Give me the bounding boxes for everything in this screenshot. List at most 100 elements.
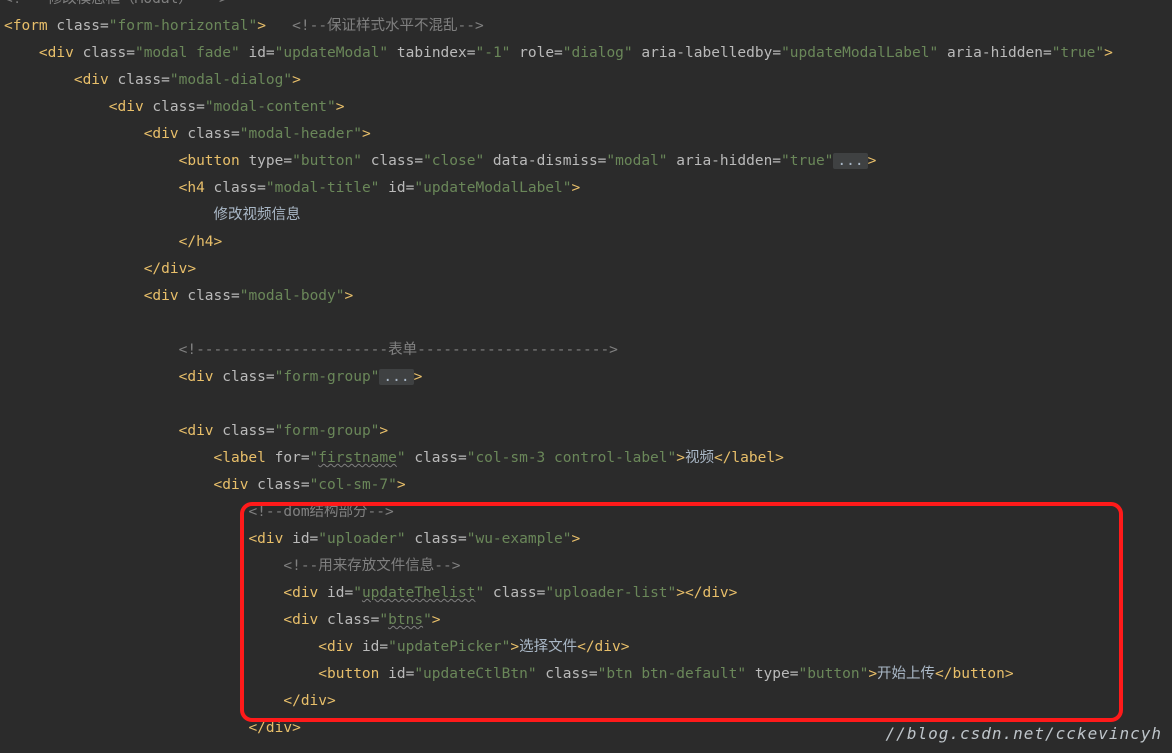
- code-token: id=: [292, 531, 318, 547]
- code-token: <!--dom结构部分-->: [248, 504, 393, 520]
- code-line[interactable]: <div class="col-sm-7">: [4, 472, 1113, 499]
- code-token: [484, 585, 493, 601]
- code-token: class=: [257, 477, 309, 493]
- code-token: for=: [275, 450, 310, 466]
- code-editor[interactable]: <!-- 修改模态框（Modal） --><form class="form-h…: [4, 0, 1113, 742]
- code-token: "col-sm-3 control-label": [467, 450, 677, 466]
- code-token: </div>: [144, 261, 196, 277]
- code-token: class=: [187, 126, 239, 142]
- code-token: >: [676, 450, 685, 466]
- code-token: tabindex=: [397, 45, 476, 61]
- code-token: <button: [179, 153, 249, 169]
- code-token: "form-horizontal": [109, 18, 257, 34]
- code-token: type=: [248, 153, 292, 169]
- code-token: "modal-header": [240, 126, 362, 142]
- code-token: </div>: [577, 639, 629, 655]
- code-line[interactable]: <div class="btns">: [4, 607, 1113, 634]
- code-token: >: [572, 180, 581, 196]
- code-line[interactable]: <label for="firstname" class="col-sm-3 c…: [4, 445, 1113, 472]
- code-fold[interactable]: ...: [833, 153, 867, 169]
- code-token: <label: [214, 450, 275, 466]
- code-token: "form-group": [275, 369, 380, 385]
- code-line[interactable]: <button id="updateCtlBtn" class="btn btn…: [4, 661, 1113, 688]
- code-line[interactable]: <!--用来存放文件信息-->: [4, 553, 1113, 580]
- code-token: [266, 18, 292, 34]
- code-token: </div>: [248, 720, 300, 736]
- code-token: [379, 180, 388, 196]
- code-token: 开始上传: [877, 666, 935, 682]
- code-token: <div: [144, 126, 188, 142]
- code-line[interactable]: </div>: [4, 688, 1113, 715]
- code-line[interactable]: [4, 391, 1113, 418]
- code-token: >: [379, 423, 388, 439]
- code-token: "wu-example": [467, 531, 572, 547]
- code-token: class=: [222, 423, 274, 439]
- code-line[interactable]: <button type="button" class="close" data…: [4, 148, 1113, 175]
- code-token: "col-sm-7": [310, 477, 397, 493]
- code-line[interactable]: <div id="updatePicker">选择文件</div>: [4, 634, 1113, 661]
- code-token: </h4>: [179, 234, 223, 250]
- code-line[interactable]: </div>: [4, 256, 1113, 283]
- code-token: <div: [179, 369, 223, 385]
- code-line[interactable]: <!-- 修改模态框（Modal） -->: [4, 0, 1113, 13]
- code-fold[interactable]: ...: [379, 369, 413, 385]
- code-token: "button": [798, 666, 868, 682]
- code-token: <div: [214, 477, 258, 493]
- code-line[interactable]: <!--dom结构部分-->: [4, 499, 1113, 526]
- code-line[interactable]: <div class="form-group">: [4, 418, 1113, 445]
- code-token: class=: [222, 369, 274, 385]
- code-token: ": [423, 612, 432, 628]
- code-token: <form: [4, 18, 56, 34]
- code-token: 视频: [685, 450, 714, 466]
- code-token: "dialog": [563, 45, 633, 61]
- code-token: <div: [179, 423, 223, 439]
- code-token: "updateModalLabel": [781, 45, 938, 61]
- code-token: id=: [327, 585, 353, 601]
- code-token: class=: [414, 531, 466, 547]
- code-token: >: [414, 369, 423, 385]
- code-token: "updateModalLabel": [414, 180, 571, 196]
- code-token: "form-group": [275, 423, 380, 439]
- code-token: >: [676, 585, 685, 601]
- code-token: [746, 666, 755, 682]
- code-token: id=: [388, 666, 414, 682]
- code-line[interactable]: <div class="form-group"...>: [4, 364, 1113, 391]
- code-line[interactable]: </h4>: [4, 229, 1113, 256]
- code-token: "button": [292, 153, 362, 169]
- code-token: [4, 396, 13, 412]
- code-line[interactable]: <div class="modal-header">: [4, 121, 1113, 148]
- code-token: class=: [214, 180, 266, 196]
- code-token: "uploader": [318, 531, 405, 547]
- code-line[interactable]: <div class="modal fade" id="updateModal"…: [4, 40, 1113, 67]
- code-token: <div: [283, 612, 327, 628]
- code-token: class=: [56, 18, 108, 34]
- code-line[interactable]: <div class="modal-dialog">: [4, 67, 1113, 94]
- code-line[interactable]: [4, 310, 1113, 337]
- code-token: <div: [74, 72, 118, 88]
- code-token: "updateModal": [275, 45, 389, 61]
- code-line[interactable]: <div class="modal-content">: [4, 94, 1113, 121]
- code-token: id=: [362, 639, 388, 655]
- code-token: "close": [423, 153, 484, 169]
- code-token: >: [432, 612, 441, 628]
- code-token: aria-hidden=: [676, 153, 781, 169]
- code-token: [537, 666, 546, 682]
- code-line[interactable]: <div id="uploader" class="wu-example">: [4, 526, 1113, 553]
- code-token: firstname: [318, 450, 397, 466]
- code-line[interactable]: 修改视频信息: [4, 202, 1113, 229]
- code-line[interactable]: <h4 class="modal-title" id="updateModalL…: [4, 175, 1113, 202]
- code-token: class=: [187, 288, 239, 304]
- code-token: >: [510, 639, 519, 655]
- code-token: ": [475, 585, 484, 601]
- code-token: >: [292, 72, 301, 88]
- code-line[interactable]: <form class="form-horizontal"> <!--保证样式水…: [4, 13, 1113, 40]
- code-token: <button: [318, 666, 388, 682]
- code-token: >: [257, 18, 266, 34]
- code-token: >: [1104, 45, 1113, 61]
- code-token: "true": [781, 153, 833, 169]
- code-line[interactable]: <div class="modal-body">: [4, 283, 1113, 310]
- code-line[interactable]: <!----------------------表单--------------…: [4, 337, 1113, 364]
- code-token: "btn btn-default": [598, 666, 746, 682]
- code-line[interactable]: <div id="updateThelist" class="uploader-…: [4, 580, 1113, 607]
- code-token: >: [868, 153, 877, 169]
